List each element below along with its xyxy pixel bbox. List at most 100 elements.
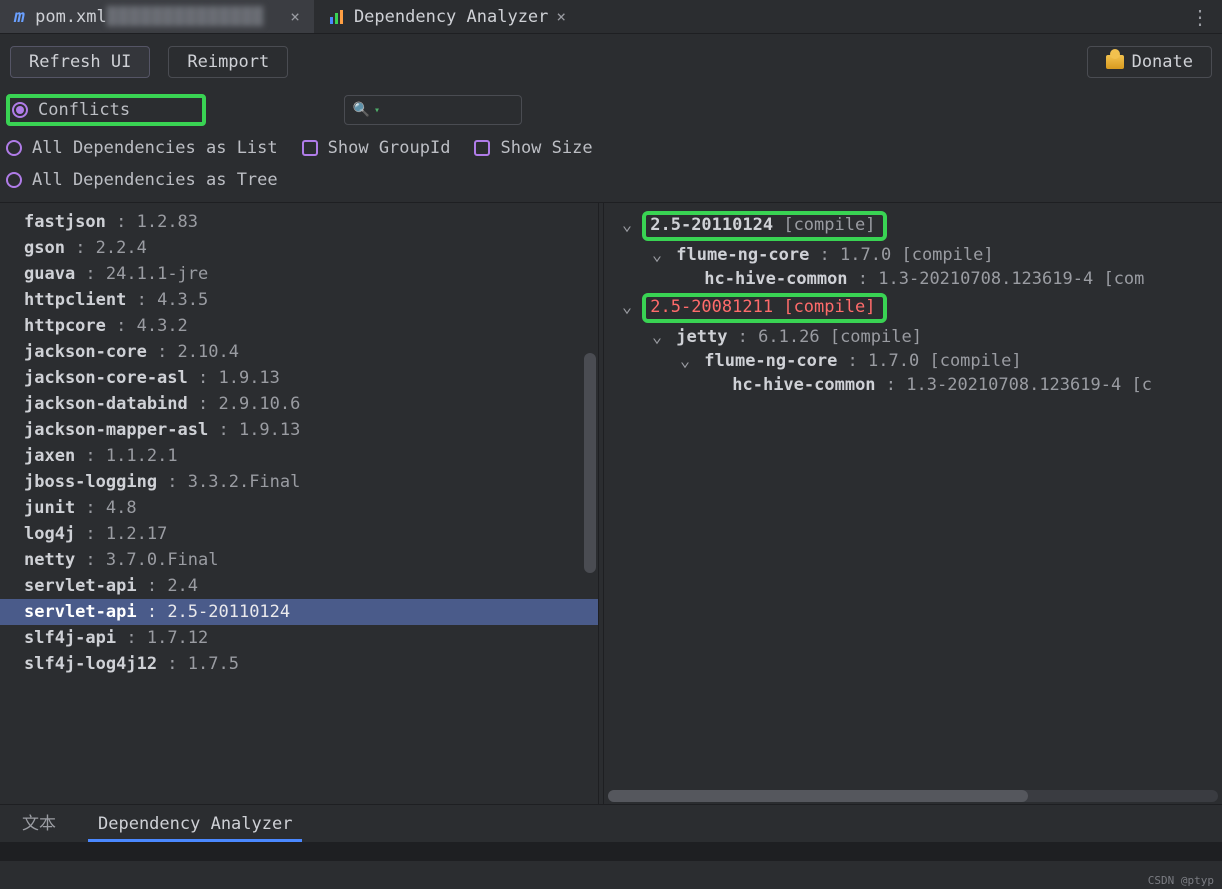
- separator: :: [208, 420, 239, 440]
- dependency-version: 4.3.5: [157, 290, 208, 310]
- dependency-name: junit: [24, 498, 75, 518]
- dependency-row[interactable]: jackson-core : 2.10.4: [0, 339, 598, 365]
- dependency-row[interactable]: slf4j-api : 1.7.12: [0, 625, 598, 651]
- bottom-tab-text[interactable]: 文本: [12, 801, 66, 842]
- tab-label-obscured: ██████████████: [107, 7, 264, 27]
- highlight-conflict-version: 2.5-20081211 [compile]: [642, 293, 887, 323]
- tree-artifact: hc-hive-common: [732, 375, 875, 395]
- dependency-row[interactable]: servlet-api : 2.5-20110124: [0, 599, 598, 625]
- dependency-row[interactable]: jackson-mapper-asl : 1.9.13: [0, 417, 598, 443]
- refresh-button[interactable]: Refresh UI: [10, 46, 150, 78]
- separator: :: [75, 264, 106, 284]
- tab-dependency-analyzer[interactable]: Dependency Analyzer ×: [314, 0, 580, 33]
- tree-node[interactable]: ⌄ flume-ng-core : 1.7.0 [compile]: [604, 243, 1222, 267]
- tree-version: 2.5-20110124: [650, 215, 773, 235]
- separator: :: [188, 368, 219, 388]
- dependency-row[interactable]: junit : 4.8: [0, 495, 598, 521]
- dependency-name: slf4j-api: [24, 628, 116, 648]
- dependency-row[interactable]: servlet-api : 2.4: [0, 573, 598, 599]
- close-icon[interactable]: ×: [556, 7, 566, 26]
- dependency-row[interactable]: jaxen : 1.1.2.1: [0, 443, 598, 469]
- check-show-size[interactable]: Show Size: [474, 138, 592, 158]
- tree-scope: [compile]: [783, 297, 875, 317]
- radio-all-tree[interactable]: All Dependencies as Tree: [6, 170, 278, 190]
- dependency-row[interactable]: jackson-core-asl : 1.9.13: [0, 365, 598, 391]
- dependency-row[interactable]: fastjson : 1.2.83: [0, 209, 598, 235]
- tree-version: 2.5-20081211: [650, 297, 773, 317]
- separator: :: [65, 238, 96, 258]
- toolbar: Refresh UI Reimport Donate: [0, 34, 1222, 86]
- chevron-down-icon[interactable]: ⌄: [648, 327, 666, 347]
- search-field[interactable]: [384, 101, 575, 119]
- separator: :: [116, 628, 147, 648]
- dependency-row[interactable]: jackson-databind : 2.9.10.6: [0, 391, 598, 417]
- dependency-name: guava: [24, 264, 75, 284]
- dependency-row[interactable]: slf4j-log4j12 : 1.7.5: [0, 651, 598, 677]
- donate-button[interactable]: Donate: [1087, 46, 1212, 78]
- bottom-tabs: 文本 Dependency Analyzer CSDN @ptyp: [0, 804, 1222, 842]
- radio-icon: [12, 102, 28, 118]
- tree-node[interactable]: ⌄ jetty : 6.1.26 [compile]: [604, 325, 1222, 349]
- dependency-row[interactable]: httpclient : 4.3.5: [0, 287, 598, 313]
- radio-icon: [6, 140, 22, 156]
- chevron-down-icon[interactable]: ▾: [374, 105, 380, 116]
- donate-label: Donate: [1132, 52, 1193, 72]
- dependency-tree-pane[interactable]: ⌄ 2.5-20110124 [compile] ⌄ flume-ng-core…: [604, 203, 1222, 804]
- dependency-list-pane[interactable]: fastjson : 1.2.83gson : 2.2.4guava : 24.…: [0, 203, 598, 804]
- tree-node[interactable]: ⌄ flume-ng-core : 1.7.0 [compile]: [604, 349, 1222, 373]
- dependency-name: fastjson: [24, 212, 106, 232]
- dependency-row[interactable]: log4j : 1.2.17: [0, 521, 598, 547]
- tree-artifact: jetty: [676, 327, 727, 347]
- check-label: Show GroupId: [328, 138, 451, 158]
- radio-label: All Dependencies as List: [32, 138, 278, 158]
- status-bar: [0, 842, 1222, 861]
- radio-all-list[interactable]: All Dependencies as List: [6, 138, 278, 158]
- separator: :: [106, 316, 137, 336]
- dependency-name: jackson-core: [24, 342, 147, 362]
- dependency-version: 2.2.4: [96, 238, 147, 258]
- tab-pom-xml[interactable]: m pom.xml ██████████████ ×: [0, 0, 314, 33]
- bottom-tab-analyzer[interactable]: Dependency Analyzer: [88, 806, 302, 842]
- dependency-row[interactable]: netty : 3.7.0.Final: [0, 547, 598, 573]
- dependency-name: netty: [24, 550, 75, 570]
- h-scrollbar[interactable]: [608, 790, 1218, 802]
- dependency-name: jackson-mapper-asl: [24, 420, 208, 440]
- chevron-down-icon[interactable]: ⌄: [676, 351, 694, 371]
- dependency-row[interactable]: httpcore : 4.3.2: [0, 313, 598, 339]
- dependency-version: 24.1.1-jre: [106, 264, 208, 284]
- highlight-winning-version: 2.5-20110124 [compile]: [642, 211, 887, 241]
- radio-conflicts[interactable]: Conflicts: [12, 100, 130, 120]
- separator: :: [137, 602, 168, 622]
- dependency-name: httpcore: [24, 316, 106, 336]
- dependency-name: servlet-api: [24, 576, 137, 596]
- dependency-row[interactable]: jboss-logging : 3.3.2.Final: [0, 469, 598, 495]
- separator: :: [137, 576, 168, 596]
- chevron-down-icon[interactable]: ⌄: [648, 245, 666, 265]
- scrollbar-thumb[interactable]: [608, 790, 1028, 802]
- reimport-button[interactable]: Reimport: [168, 46, 288, 78]
- tree-node-version-conflict[interactable]: ⌄ 2.5-20081211 [compile]: [604, 291, 1222, 325]
- scrollbar-thumb[interactable]: [584, 353, 596, 573]
- tree-node-version[interactable]: ⌄ 2.5-20110124 [compile]: [604, 209, 1222, 243]
- close-icon[interactable]: ×: [290, 7, 300, 26]
- more-icon[interactable]: ⋮: [1190, 5, 1210, 29]
- separator: :: [157, 654, 188, 674]
- dependency-row[interactable]: guava : 24.1.1-jre: [0, 261, 598, 287]
- separator: :: [188, 394, 219, 414]
- dependency-name: servlet-api: [24, 602, 137, 622]
- watermark: CSDN @ptyp: [1148, 874, 1214, 887]
- search-input[interactable]: 🔍▾: [344, 95, 522, 125]
- separator: :: [75, 524, 106, 544]
- tree-node[interactable]: hc-hive-common : 1.3-20210708.123619-4 […: [604, 373, 1222, 397]
- chevron-down-icon[interactable]: ⌄: [618, 215, 636, 235]
- dependency-version: 1.1.2.1: [106, 446, 178, 466]
- check-show-groupid[interactable]: Show GroupId: [302, 138, 451, 158]
- dependency-name: jaxen: [24, 446, 75, 466]
- checkbox-icon: [302, 140, 318, 156]
- dependency-version: 1.2.83: [137, 212, 198, 232]
- radio-label: All Dependencies as Tree: [32, 170, 278, 190]
- check-label: Show Size: [500, 138, 592, 158]
- tree-node[interactable]: hc-hive-common : 1.3-20210708.123619-4 […: [604, 267, 1222, 291]
- dependency-row[interactable]: gson : 2.2.4: [0, 235, 598, 261]
- chevron-down-icon[interactable]: ⌄: [618, 297, 636, 317]
